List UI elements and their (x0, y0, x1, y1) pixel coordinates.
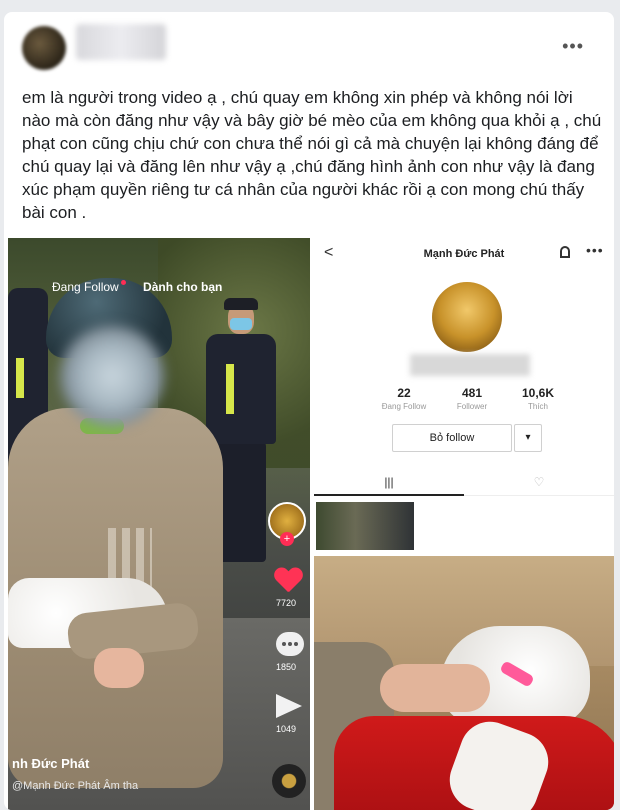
stat-following-num: 22 (397, 386, 411, 400)
stat-following[interactable]: 22 Đang Follow (374, 386, 434, 411)
profile-more-icon[interactable]: ••• (586, 242, 604, 258)
more-options-button[interactable]: ••• (562, 36, 584, 57)
author-name-blurred[interactable] (76, 24, 166, 60)
video-thumbnail[interactable] (316, 502, 414, 550)
tiktok-video-screenshot[interactable]: Đang Follow Dành cho bạn + 7720 1850 104… (8, 238, 310, 810)
stat-likes-label: Thích (527, 402, 548, 411)
post-header: ••• (4, 12, 614, 84)
bell-icon[interactable] (560, 246, 570, 258)
cat-in-box-photo[interactable] (314, 556, 614, 810)
stat-followers-label: Follower (456, 402, 488, 411)
post-media[interactable]: Đang Follow Dành cho bạn + 7720 1850 104… (8, 238, 614, 810)
profile-tabs: ||| ♡ (314, 470, 614, 496)
comment-count: 1850 (275, 662, 297, 672)
post-text: em là người trong video ạ , chú quay em … (22, 88, 602, 222)
stat-followers[interactable]: 481 Follower (442, 386, 502, 411)
stat-following-label: Đang Follow (381, 402, 427, 411)
profile-handle-blurred (410, 354, 530, 376)
video-music[interactable]: @Mạnh Đức Phát Âm tha (12, 780, 138, 792)
tab-liked-icon[interactable]: ♡ (464, 470, 614, 496)
video-username[interactable]: nh Đức Phát (12, 756, 89, 771)
comment-icon[interactable] (276, 632, 304, 656)
tiktok-top-tabs: Đang Follow Dành cho bạn (52, 280, 222, 294)
profile-avatar[interactable] (432, 282, 502, 352)
notification-dot (120, 280, 126, 285)
follow-plus-icon[interactable]: + (280, 532, 294, 546)
blurred-face (60, 326, 164, 426)
like-count: 7720 (275, 598, 297, 608)
girl-figure (8, 278, 228, 798)
post-card: ••• em là người trong video ạ , chú quay… (4, 12, 614, 810)
hand (380, 664, 490, 712)
dropdown-button[interactable]: ▾ (514, 424, 542, 452)
unfollow-button[interactable]: Bỏ follow (392, 424, 512, 452)
share-arrow-icon[interactable] (276, 694, 302, 718)
tab-following[interactable]: Đang Follow (52, 280, 119, 294)
tab-videos-grid-icon[interactable]: ||| (314, 470, 464, 496)
share-count: 1049 (275, 724, 297, 734)
like-heart-icon[interactable] (274, 568, 302, 594)
stat-followers-num: 481 (461, 386, 483, 400)
music-disc-icon[interactable] (272, 764, 306, 798)
tab-for-you[interactable]: Dành cho bạn (143, 280, 222, 294)
stat-likes[interactable]: 10,6K Thích (508, 386, 568, 411)
avatar[interactable] (22, 26, 66, 70)
stat-likes-num: 10,6K (521, 386, 555, 400)
tiktok-profile-screenshot[interactable]: < Mạnh Đức Phát ••• 22 Đang Follow 481 F… (314, 238, 614, 550)
